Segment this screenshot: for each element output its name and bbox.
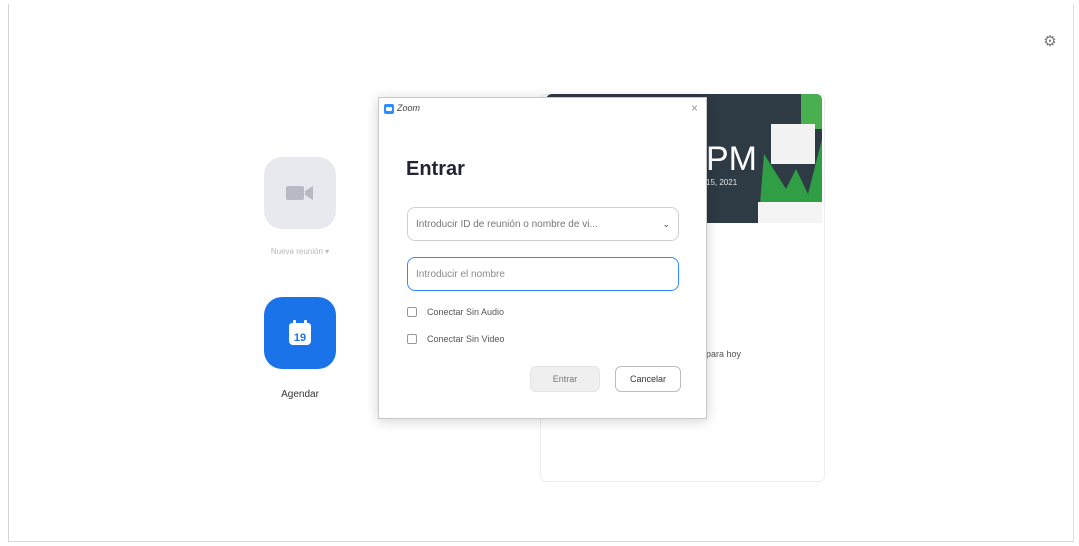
meeting-id-placeholder: Introducir ID de reunión o nombre de vi.… [416, 218, 598, 230]
no-meetings-text: para hoy [706, 349, 742, 359]
new-meeting-label: Nueva reunión ▾ [270, 247, 330, 256]
dialog-window-title: Zoom [397, 103, 421, 113]
join-meeting-dialog: Zoom × Entrar Introducir ID de reunión o… [378, 97, 707, 419]
schedule-button[interactable]: 19 [264, 297, 336, 369]
no-audio-label: Conectar Sin Audio [427, 307, 505, 317]
no-video-option[interactable]: Conectar Sin Video [407, 334, 504, 344]
settings-gear-icon[interactable]: ⚙ [1042, 34, 1058, 50]
cancel-button[interactable]: Cancelar [615, 366, 681, 392]
meeting-id-select[interactable]: Introducir ID de reunión o nombre de vi.… [407, 207, 679, 241]
no-video-label: Conectar Sin Video [427, 334, 505, 344]
calendar-icon: 19 [289, 320, 311, 345]
zoom-logo-icon [384, 104, 394, 114]
banner-time: PM [706, 140, 757, 178]
name-input[interactable] [407, 257, 679, 291]
schedule-label: Agendar [281, 389, 319, 400]
no-video-checkbox[interactable] [407, 334, 417, 344]
dialog-heading: Entrar [406, 158, 465, 180]
no-audio-checkbox[interactable] [407, 307, 417, 317]
dialog-titlebar: Zoom × [379, 98, 706, 120]
calendar-day: 19 [294, 332, 306, 344]
join-button[interactable]: Entrar [530, 366, 600, 392]
close-icon[interactable]: × [691, 101, 698, 115]
no-audio-option[interactable]: Conectar Sin Audio [407, 307, 504, 317]
banner-date: 15, 2021 [706, 178, 738, 187]
video-camera-icon [286, 186, 313, 200]
new-meeting-button[interactable] [264, 157, 336, 229]
chevron-down-icon[interactable]: ⌄ [662, 219, 670, 230]
